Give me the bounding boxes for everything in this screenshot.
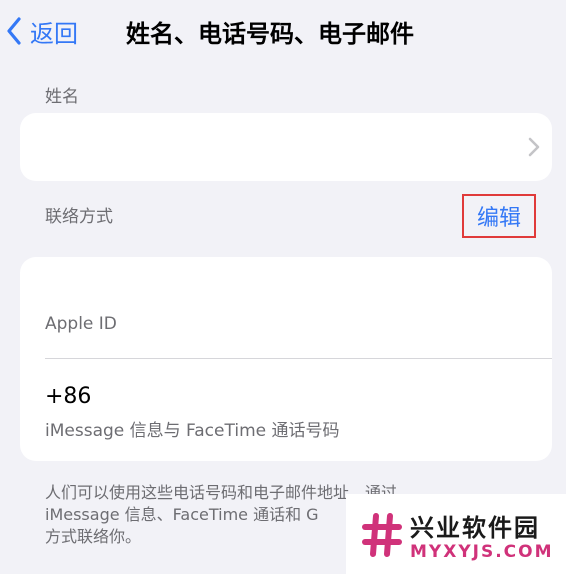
hash-logo-icon bbox=[362, 512, 402, 558]
page-title: 姓名、电话号码、电子邮件 bbox=[126, 20, 414, 48]
watermark-title: 兴业软件园 bbox=[410, 514, 540, 542]
edit-button-label: 编辑 bbox=[476, 206, 521, 231]
contact-section-header: 联络方式 bbox=[45, 207, 113, 227]
chevron-right-icon bbox=[528, 137, 540, 161]
chevron-left-icon bbox=[6, 17, 22, 45]
back-button-label: 返回 bbox=[30, 19, 78, 48]
apple-id-label[interactable]: Apple ID bbox=[45, 314, 117, 334]
phone-caption: iMessage 信息与 FaceTime 通话号码 bbox=[45, 421, 340, 441]
name-row[interactable] bbox=[20, 113, 552, 181]
edit-button[interactable]: 编辑 bbox=[462, 194, 536, 238]
phone-number[interactable]: +86 bbox=[45, 384, 91, 409]
watermark-url: MYXYJS.COM bbox=[410, 542, 554, 562]
divider bbox=[45, 358, 552, 359]
back-button[interactable]: 返回 bbox=[6, 12, 78, 50]
name-section-header: 姓名 bbox=[45, 87, 79, 107]
